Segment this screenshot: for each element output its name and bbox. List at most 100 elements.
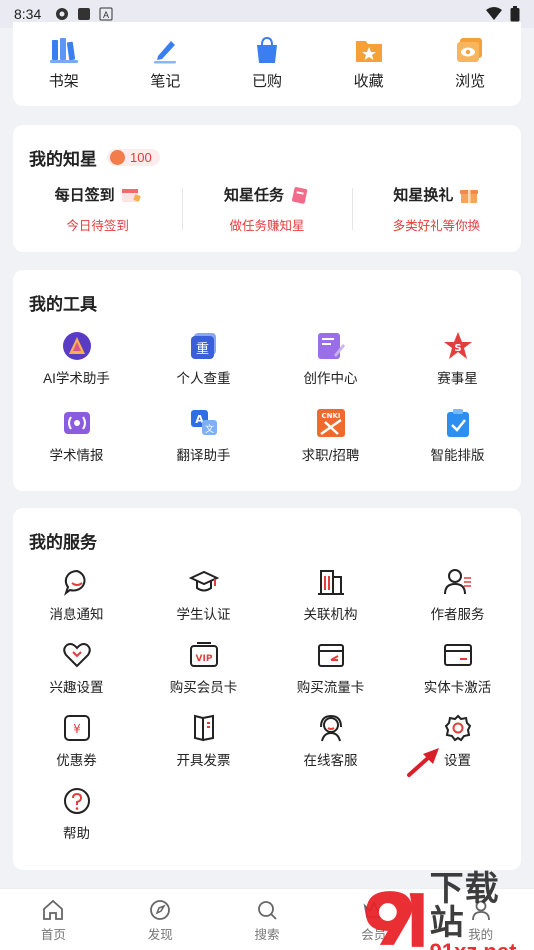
- ai-assistant-icon: [62, 332, 91, 360]
- gear-icon: [444, 714, 471, 742]
- invoice-icon: [193, 714, 214, 742]
- calendar-icon: [121, 188, 141, 202]
- quick-link-favorites[interactable]: 收藏: [324, 36, 414, 91]
- app-notification-icon: [56, 8, 69, 20]
- tool-label: AI学术助手: [43, 371, 110, 386]
- smart-layout-icon: [446, 409, 469, 437]
- service-label: 开具发票: [176, 753, 231, 768]
- tool-smart-layout[interactable]: 智能排版: [394, 408, 521, 485]
- wifi-icon: [486, 7, 502, 20]
- tool-creation-center[interactable]: 创作中心: [267, 331, 394, 408]
- service-card-activation[interactable]: 实体卡激活: [394, 640, 521, 713]
- tools-title: 我的工具: [29, 295, 97, 314]
- star-gift-exchange[interactable]: 知星换礼 多类好礼等你换: [351, 184, 521, 234]
- service-vip-card[interactable]: VIP 购买会员卡: [140, 640, 267, 713]
- star-item-sub: 多类好礼等你换: [392, 219, 481, 233]
- service-data-card[interactable]: 购买流量卡: [267, 640, 394, 713]
- tab-discover[interactable]: 发现: [107, 889, 214, 950]
- quick-link-bookshelf[interactable]: 书架: [19, 36, 109, 91]
- star-item-name: 每日签到: [54, 187, 115, 204]
- shopping-bag-icon: [256, 36, 277, 63]
- star-tasks[interactable]: 知星任务 做任务赚知星: [182, 184, 351, 234]
- tool-contest-star[interactable]: S 赛事星: [394, 331, 521, 408]
- star-folder-icon: [355, 41, 382, 62]
- plagiarism-check-icon: 重: [190, 333, 216, 359]
- tool-label: 个人查重: [176, 371, 231, 386]
- author-icon: [443, 569, 471, 595]
- service-label: 设置: [444, 753, 471, 768]
- quick-links-card: 书架 笔记 已购 收藏 浏览: [13, 22, 521, 106]
- tab-home[interactable]: 首页: [0, 889, 107, 950]
- svg-text:A: A: [103, 10, 109, 20]
- tool-translate[interactable]: A文 翻译助手: [140, 408, 267, 485]
- customer-service-icon: [319, 714, 342, 742]
- tab-label: 首页: [40, 928, 66, 942]
- my-services-card: 我的服务 消息通知 学生认证 关联机构 作者服务 兴趣设置 VIP 购买会员卡 …: [13, 508, 521, 870]
- graduation-cap-icon: [188, 570, 219, 592]
- quick-link-label: 收藏: [353, 73, 384, 90]
- service-label: 帮助: [63, 826, 90, 841]
- service-label: 关联机构: [303, 607, 358, 622]
- quick-link-browse[interactable]: 浏览: [425, 36, 515, 91]
- star-coin-icon: [110, 150, 125, 165]
- tool-plagiarism-check[interactable]: 重 个人查重: [140, 331, 267, 408]
- task-gift-icon: [292, 186, 308, 204]
- star-item-name: 知星换礼: [393, 187, 454, 204]
- svg-text:¥: ¥: [73, 722, 81, 736]
- tool-cnki-job[interactable]: CNKI 求职/招聘: [267, 408, 394, 485]
- heart-icon: [62, 643, 91, 668]
- service-label: 学生认证: [176, 607, 231, 622]
- tab-search[interactable]: 搜索: [214, 889, 321, 950]
- service-student-verify[interactable]: 学生认证: [140, 567, 267, 640]
- tab-label: 搜索: [254, 928, 280, 942]
- a-notification-icon: A: [99, 7, 113, 21]
- service-institutions[interactable]: 关联机构: [267, 567, 394, 640]
- status-time: 8:34: [14, 6, 42, 22]
- service-interests[interactable]: 兴趣设置: [13, 640, 140, 713]
- note-pen-icon: [154, 41, 177, 64]
- contest-star-icon: S: [443, 332, 472, 359]
- quick-link-purchased[interactable]: 已购: [222, 36, 312, 91]
- compass-icon: [150, 900, 171, 920]
- tool-label: 求职/招聘: [301, 448, 360, 463]
- service-coupons[interactable]: ¥ 优惠券: [13, 713, 140, 786]
- home-icon: [43, 899, 64, 920]
- tool-label: 智能排版: [430, 448, 485, 463]
- tool-ai-assistant[interactable]: AI学术助手: [13, 331, 140, 408]
- vip-card-icon: VIP: [189, 642, 218, 667]
- cnki-job-icon: CNKI: [316, 409, 345, 437]
- service-label: 优惠券: [56, 753, 97, 768]
- data-card-icon: [317, 644, 344, 667]
- service-author[interactable]: 作者服务: [394, 567, 521, 640]
- creation-center-icon: [317, 333, 345, 359]
- service-help[interactable]: 帮助: [13, 786, 140, 859]
- quick-link-label: 浏览: [455, 73, 486, 90]
- svg-text:CNKI: CNKI: [321, 412, 340, 420]
- message-bubble-icon: [63, 569, 86, 596]
- service-invoice[interactable]: 开具发票: [140, 713, 267, 786]
- service-label: 在线客服: [303, 753, 358, 768]
- service-label: 消息通知: [49, 607, 104, 622]
- service-label: 购买流量卡: [296, 680, 365, 695]
- search-icon: [258, 901, 277, 920]
- service-customer-support[interactable]: 在线客服: [267, 713, 394, 786]
- watermark-url: 91xz.net: [430, 939, 534, 950]
- help-icon: [63, 788, 90, 814]
- my-stars-card: 我的知星 100 每日签到 今日待签到 知星任务 做任务赚知星 知星换礼 多类好…: [13, 125, 521, 252]
- tool-academic-news[interactable]: 学术情报: [13, 408, 140, 485]
- eye-icon: [457, 38, 483, 62]
- quick-link-notes[interactable]: 笔记: [120, 36, 210, 91]
- svg-text:VIP: VIP: [195, 654, 212, 664]
- tool-label: 创作中心: [303, 371, 358, 386]
- annotation-arrow-icon: [407, 748, 439, 777]
- daily-checkin[interactable]: 每日签到 今日待签到: [13, 184, 182, 234]
- service-messages[interactable]: 消息通知: [13, 567, 140, 640]
- my-tools-card: 我的工具 AI学术助手 重 个人查重 创作中心 S 赛事星 学术情报 A文 翻译…: [13, 270, 521, 491]
- tab-label: 发现: [147, 928, 173, 942]
- svg-text:S: S: [454, 343, 461, 354]
- service-label: 实体卡激活: [423, 680, 492, 695]
- gift-box-icon: [460, 189, 479, 203]
- svg-text:文: 文: [204, 423, 213, 435]
- quick-link-label: 笔记: [150, 73, 181, 90]
- institution-building-icon: [317, 570, 344, 595]
